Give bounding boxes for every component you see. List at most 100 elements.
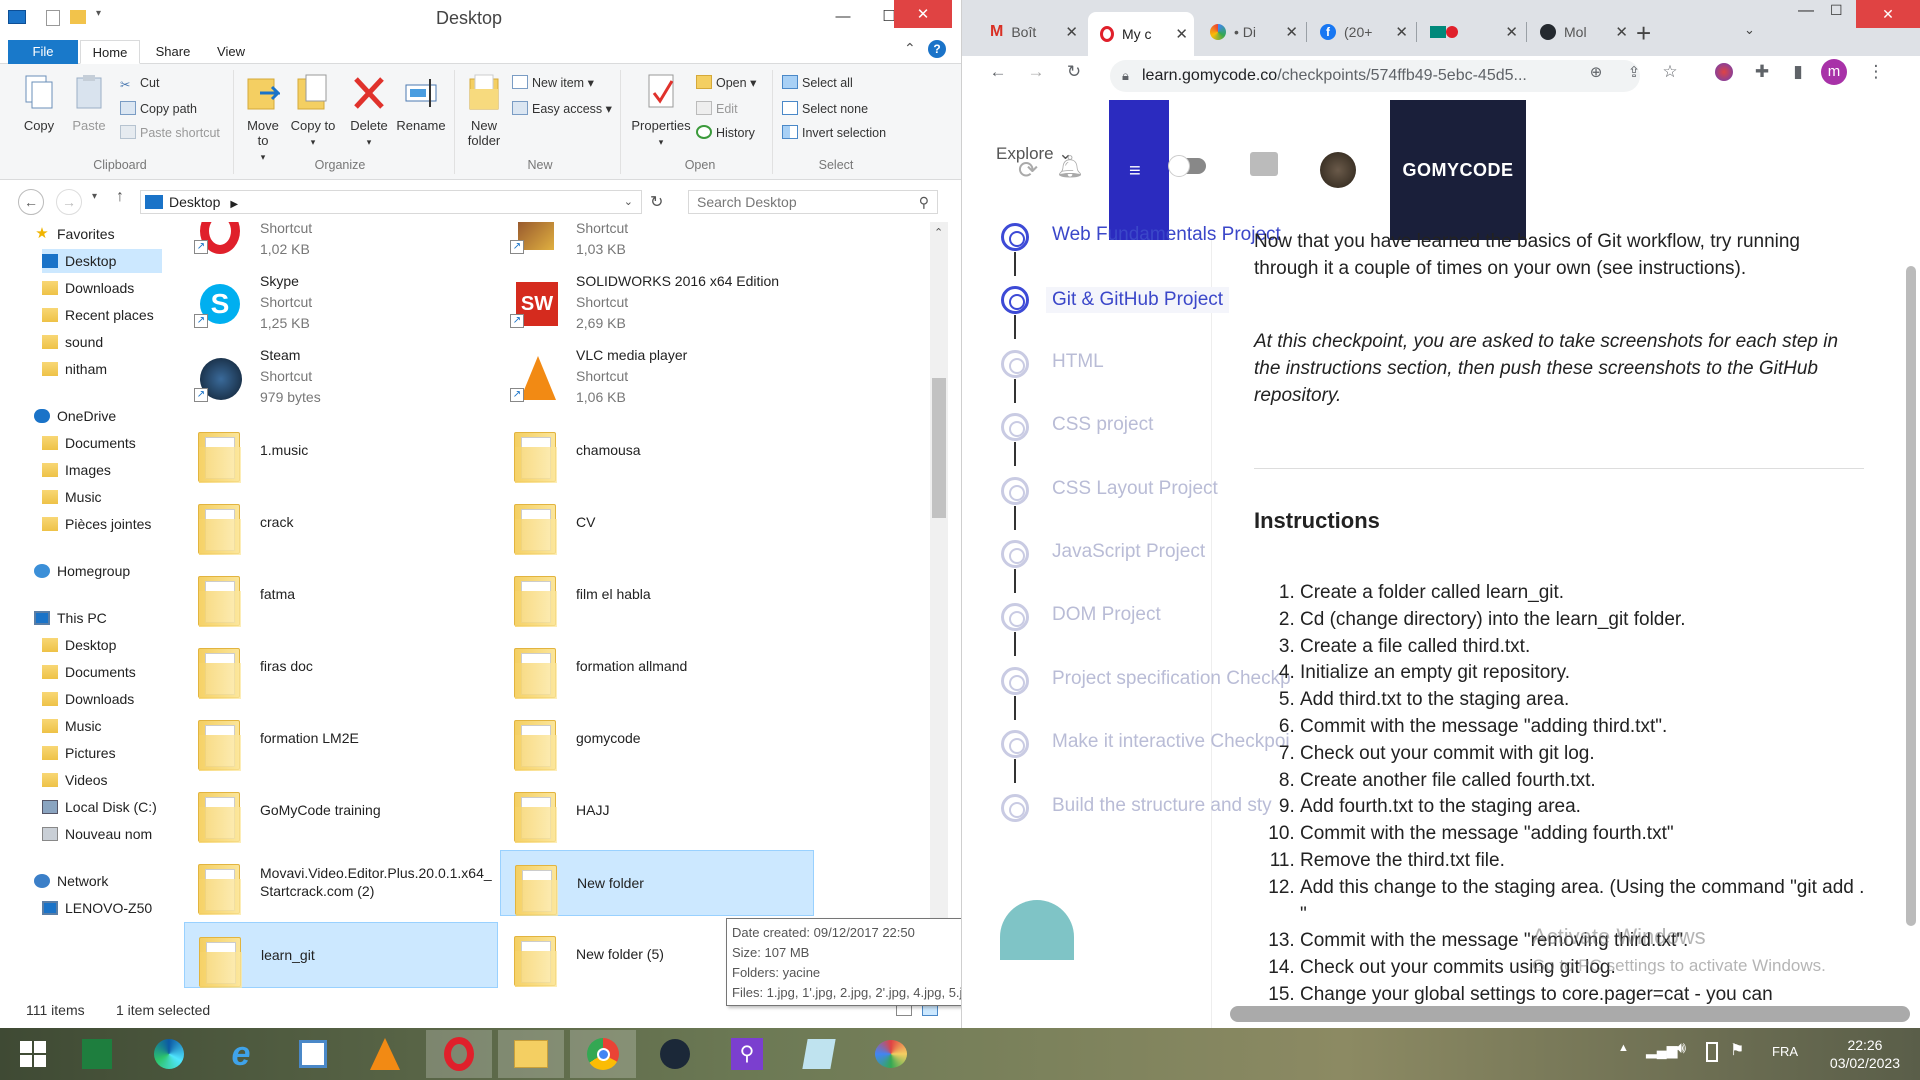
show-hidden-icons[interactable]: ▲ xyxy=(1618,1042,1629,1054)
tab-close-icon[interactable]: ✕ xyxy=(1395,23,1408,41)
tab-search-icon[interactable]: ⌄ xyxy=(1744,22,1755,38)
hamburger-icon[interactable]: ≡ xyxy=(1129,160,1141,183)
open-button[interactable]: Open ▾ xyxy=(696,72,756,94)
nav-item[interactable]: Local Disk (C:) xyxy=(42,795,157,819)
taskbar-notepad[interactable] xyxy=(786,1030,852,1078)
nav-item[interactable]: Downloads xyxy=(42,276,134,300)
paste-shortcut-button[interactable]: Paste shortcut xyxy=(120,122,220,144)
vertical-scrollbar[interactable] xyxy=(1906,266,1916,926)
quick-access-dropdown-icon[interactable]: ▾ xyxy=(96,8,101,19)
url-bar[interactable]: 🔒︎ learn.gomycode.co/checkpoints/574ffb4… xyxy=(1110,60,1640,92)
nav-item[interactable]: Videos xyxy=(42,768,108,792)
taskbar-ie[interactable]: e xyxy=(208,1030,274,1078)
clock[interactable]: 22:26 03/02/2023 xyxy=(1830,1036,1900,1072)
vertical-scrollbar[interactable]: ⌃ xyxy=(930,222,948,994)
menu-panel[interactable]: ≡ xyxy=(1109,100,1169,240)
nav-item[interactable]: Images xyxy=(42,458,111,482)
new-tab-button[interactable]: + xyxy=(1636,18,1651,49)
folder-item[interactable]: formation allmand xyxy=(500,634,814,700)
checkpoint-item[interactable]: Build the structure and sty xyxy=(1052,795,1272,817)
language-indicator[interactable]: FRA xyxy=(1772,1044,1798,1059)
folder-item[interactable]: crack xyxy=(184,490,498,556)
close-button[interactable]: ✕ xyxy=(1856,0,1920,28)
tab-close-icon[interactable]: ✕ xyxy=(1615,23,1628,41)
taskbar-paint[interactable] xyxy=(858,1030,924,1078)
nav-network[interactable]: Network xyxy=(34,869,108,893)
nav-item[interactable]: Pièces jointes xyxy=(42,512,151,536)
checkpoint-item[interactable]: CSS project xyxy=(1052,414,1153,436)
checkpoint-item[interactable]: HTML xyxy=(1052,351,1104,373)
taskbar-media[interactable] xyxy=(280,1030,346,1078)
chat-icon[interactable] xyxy=(1250,152,1278,176)
profile-avatar[interactable]: m xyxy=(1820,58,1848,86)
nav-item[interactable]: Downloads xyxy=(42,687,134,711)
nav-item[interactable]: Desktop xyxy=(42,633,116,657)
copy-path-button[interactable]: Copy path xyxy=(120,98,197,120)
nav-item[interactable]: Desktop xyxy=(42,249,162,273)
collapse-ribbon-icon[interactable]: ⌃ xyxy=(904,40,916,57)
gomycode-logo[interactable]: GOMYCODE xyxy=(1390,100,1526,240)
checkpoint-item[interactable]: CSS Layout Project xyxy=(1052,478,1218,500)
shortcut-item[interactable]: ↗ Shortcut 1,02 KB xyxy=(184,222,498,262)
folder-item[interactable]: Movavi.Video.Editor.Plus.20.0.1.x64_ Star… xyxy=(184,850,498,916)
forward-button[interactable]: → xyxy=(56,189,82,215)
close-button[interactable]: ✕ xyxy=(894,0,952,28)
bookmark-star-icon[interactable]: ☆ xyxy=(1656,58,1684,86)
horizontal-scrollbar[interactable] xyxy=(1230,1006,1910,1022)
taskbar-steam[interactable] xyxy=(642,1030,708,1078)
help-icon[interactable]: ? xyxy=(928,40,946,58)
cut-button[interactable]: ✂ Cut xyxy=(120,72,159,94)
browser-tab[interactable]: • Di ✕ xyxy=(1198,17,1304,47)
nav-item[interactable]: LENOVO-Z50 xyxy=(42,896,152,920)
select-all-button[interactable]: Select all xyxy=(782,72,853,94)
shortcut-item[interactable]: ↗ Shortcut 1,03 KB xyxy=(500,222,814,262)
back-button[interactable]: ← xyxy=(984,58,1012,86)
move-to-button[interactable]: Move to ▾ xyxy=(240,72,286,165)
invert-selection-button[interactable]: Invert selection xyxy=(782,122,886,144)
folder-item[interactable]: 1.music xyxy=(184,418,498,484)
nav-item[interactable]: Pictures xyxy=(42,741,116,765)
nav-item[interactable]: sound xyxy=(42,330,103,354)
side-panel-icon[interactable]: ▮ xyxy=(1784,58,1812,86)
copy-to-button[interactable]: Copy to ▾ xyxy=(290,72,336,150)
taskbar-excel[interactable] xyxy=(64,1030,130,1078)
action-center-icon[interactable]: ⚑ xyxy=(1730,1040,1744,1060)
tab-close-icon[interactable]: ✕ xyxy=(1505,23,1518,41)
battery-icon[interactable] xyxy=(1706,1042,1718,1062)
nav-item[interactable]: Documents xyxy=(42,660,136,684)
nav-onedrive[interactable]: OneDrive xyxy=(34,404,116,428)
volume-icon[interactable]: 🔊︎ xyxy=(1676,1040,1686,1058)
folder-item[interactable]: New folder xyxy=(500,850,814,916)
nav-item[interactable]: Music xyxy=(42,714,102,738)
up-button[interactable]: ↑ xyxy=(116,188,124,206)
start-button[interactable] xyxy=(0,1030,66,1078)
nav-item[interactable]: Documents xyxy=(42,431,136,455)
browser-tab[interactable]: f (20+ ✕ xyxy=(1308,17,1414,47)
checkpoint-item[interactable]: DOM Project xyxy=(1052,604,1161,626)
taskbar-file-explorer[interactable] xyxy=(498,1030,564,1078)
nav-item[interactable]: Music xyxy=(42,485,102,509)
back-button[interactable]: ← xyxy=(18,189,44,215)
properties-quick-icon[interactable] xyxy=(46,10,60,26)
browser-tab[interactable]: My c ✕ xyxy=(1088,12,1194,56)
edit-button[interactable]: Edit xyxy=(696,98,738,120)
reload-button[interactable]: ↻ xyxy=(1060,58,1088,86)
zoom-icon[interactable]: ⊕ xyxy=(1582,58,1610,86)
delete-button[interactable]: Delete ▾ xyxy=(346,72,392,150)
user-avatar[interactable] xyxy=(1320,152,1356,188)
shortcut-item[interactable]: ↗ Steam Shortcut 979 bytes xyxy=(184,344,498,410)
folder-item[interactable]: GoMyCode training xyxy=(184,778,498,844)
properties-button[interactable]: Properties ▾ xyxy=(626,72,696,150)
tab-close-icon[interactable]: ✕ xyxy=(1175,25,1188,43)
minimize-button[interactable]: — xyxy=(1798,2,1814,20)
browser-tab[interactable]: M Boît ✕ xyxy=(978,17,1084,47)
scroll-thumb[interactable] xyxy=(932,378,946,518)
checkpoint-item[interactable]: Web Fundamentals Project xyxy=(1052,224,1281,246)
taskbar-vlc[interactable] xyxy=(352,1030,418,1078)
tab-view[interactable]: View xyxy=(206,40,256,64)
maximize-button[interactable]: ☐ xyxy=(1830,2,1843,19)
taskbar-opera[interactable] xyxy=(426,1030,492,1078)
taskbar-search[interactable]: ⚲ xyxy=(714,1030,780,1078)
network-signal-icon[interactable]: ▂▄▆ xyxy=(1646,1042,1677,1059)
folder-item[interactable]: firas doc xyxy=(184,634,498,700)
